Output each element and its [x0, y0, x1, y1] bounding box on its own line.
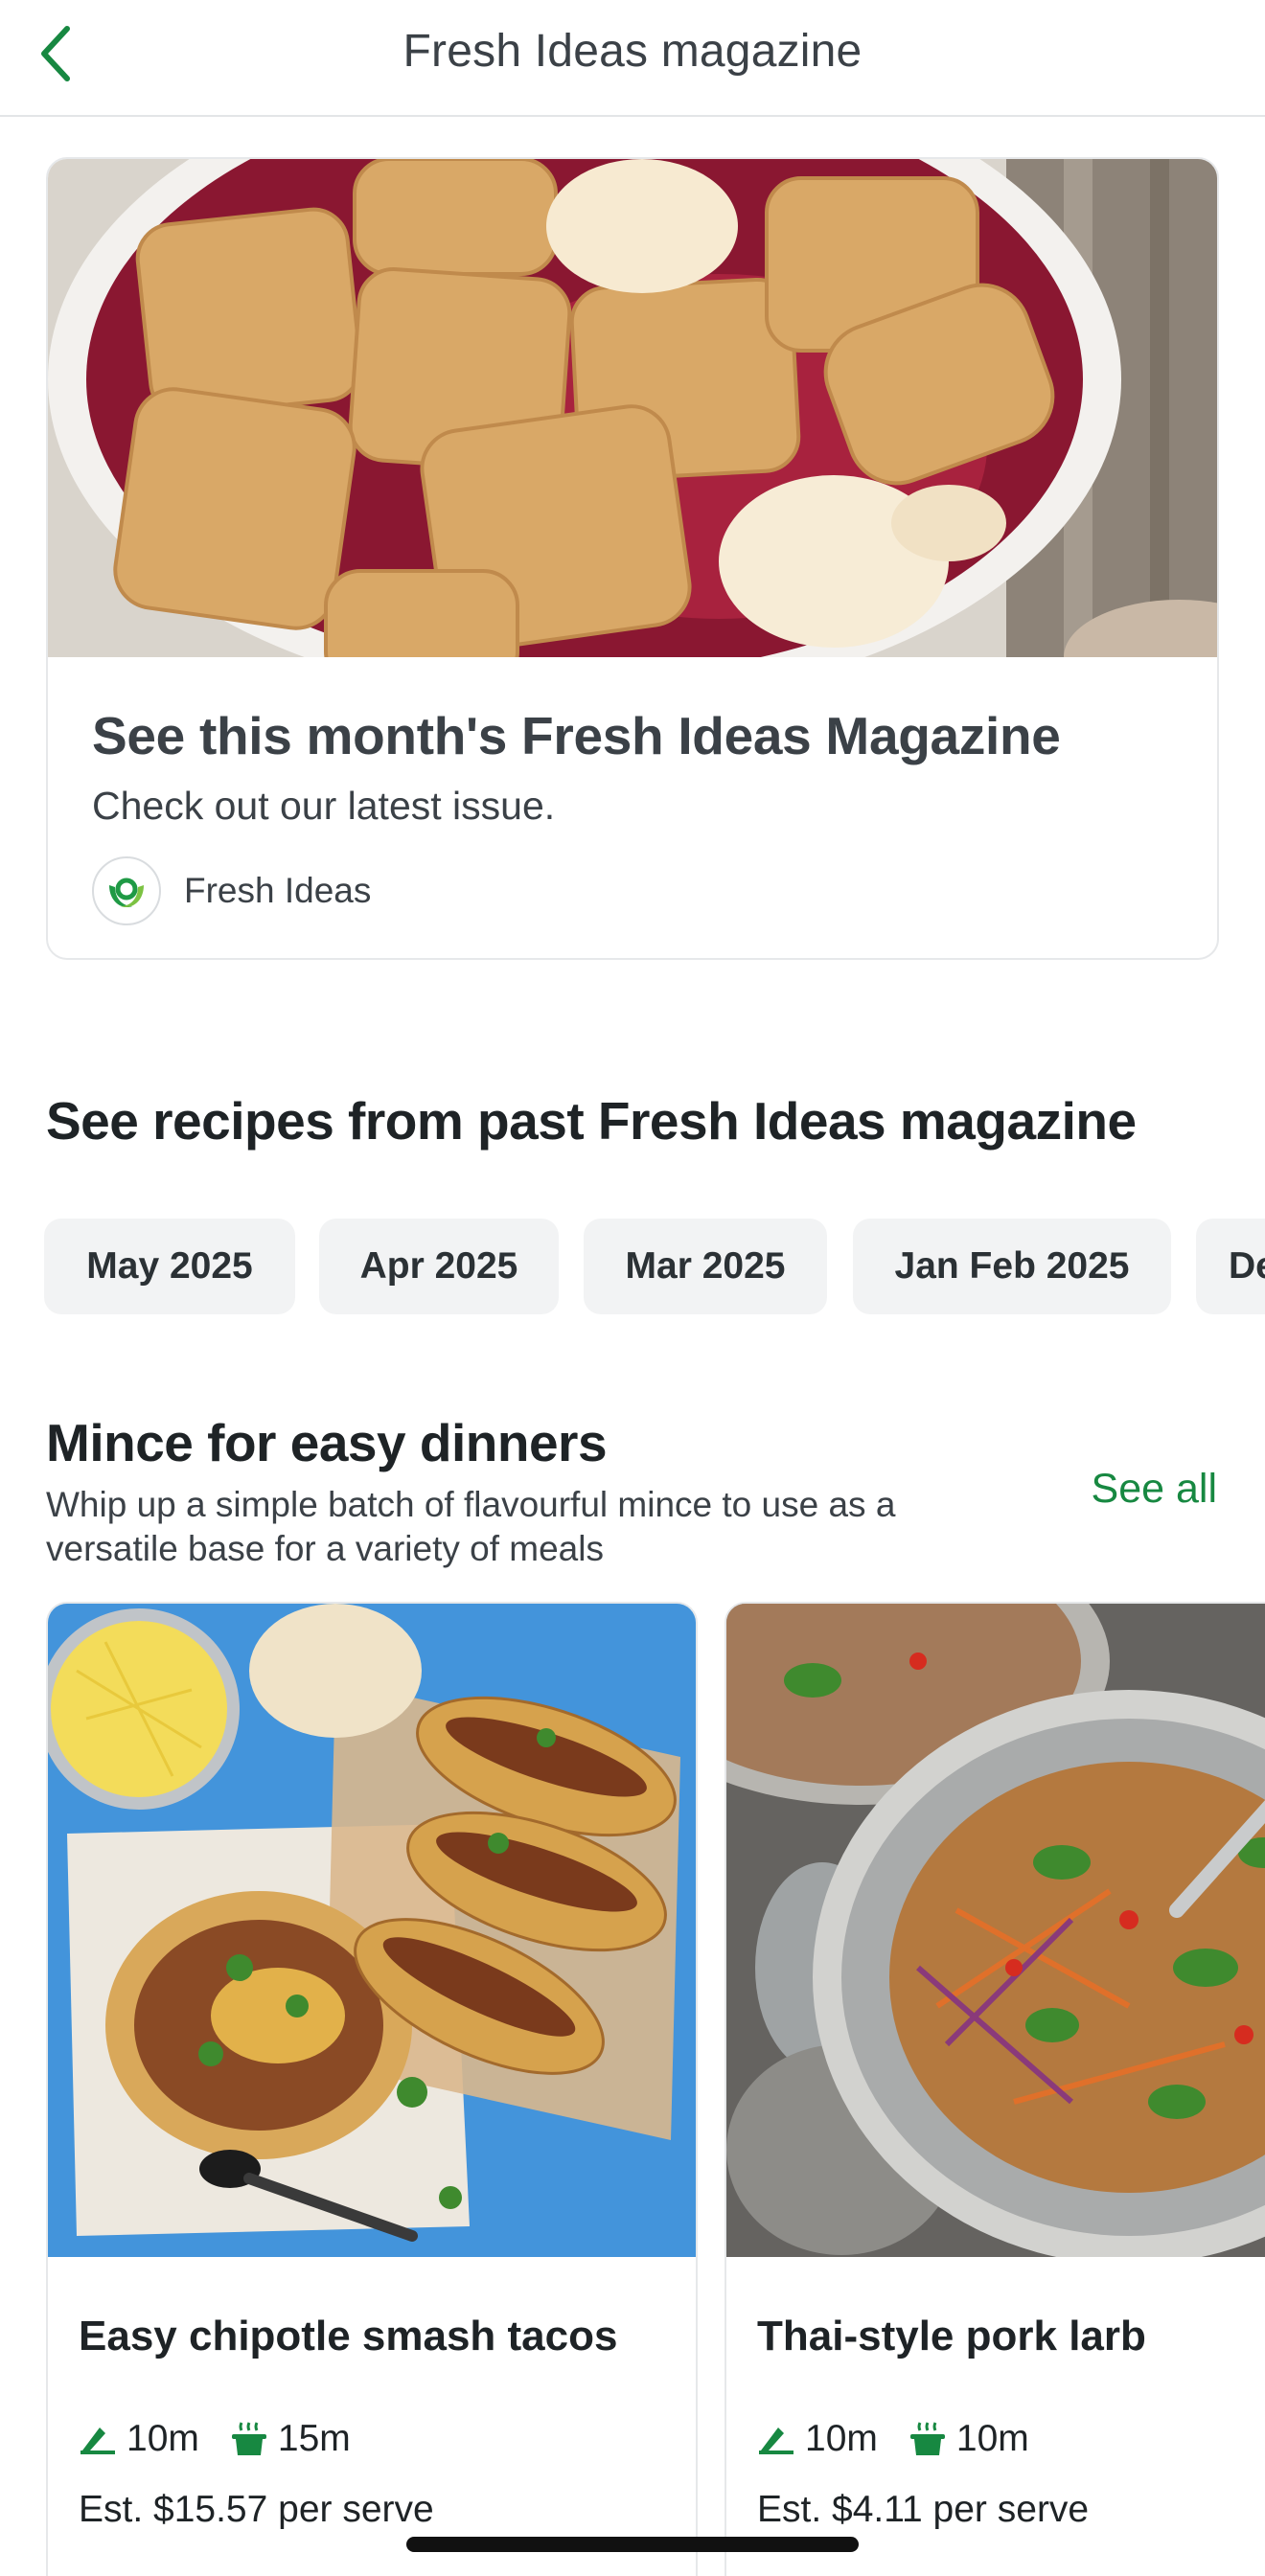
recipe-times: 10m 10m: [757, 2418, 1046, 2460]
magazine-card-subtitle: Check out our latest issue.: [92, 784, 556, 828]
past-issues-title: See recipes from past Fresh Ideas magazi…: [46, 1091, 1137, 1151]
woolworths-logo-icon: [102, 866, 151, 916]
page: Fresh Ideas magazine See this month's Fr…: [0, 0, 1265, 2576]
cook-time: 10m: [908, 2418, 1029, 2460]
prep-time: 10m: [79, 2418, 199, 2460]
cook-time-value: 15m: [277, 2418, 351, 2459]
mince-section-title: Mince for easy dinners: [46, 1413, 608, 1472]
prep-time-value: 10m: [126, 2418, 199, 2459]
pot-icon: [231, 2422, 266, 2455]
recipe-times: 10m 15m: [79, 2418, 368, 2460]
magazine-source: Fresh Ideas: [92, 856, 371, 925]
knife-icon: [759, 2428, 794, 2454]
issue-chip-list: May 2025 Apr 2025 Mar 2025 Jan Feb 2025 …: [44, 1219, 1265, 1314]
home-indicator[interactable]: [406, 2537, 859, 2552]
cook-time-value: 10m: [955, 2418, 1029, 2459]
issue-chip-apr-2025[interactable]: Apr 2025: [319, 1219, 559, 1314]
issue-chip-may-2025[interactable]: May 2025: [44, 1219, 295, 1314]
woolworths-logo: [92, 856, 161, 925]
recipe-image-larb: [726, 1604, 1265, 2257]
issue-chip-jan-feb-2025[interactable]: Jan Feb 2025: [853, 1219, 1171, 1314]
magazine-cover-image: [48, 159, 1217, 657]
page-title: Fresh Ideas magazine: [402, 26, 862, 77]
pot-icon: [909, 2422, 945, 2455]
mince-section-description: Whip up a simple batch of flavourful min…: [46, 1485, 896, 1568]
see-all-link[interactable]: See all: [1092, 1466, 1217, 1513]
recipe-price: Est. $15.57 per serve: [79, 2489, 434, 2530]
issue-chip-mar-2025[interactable]: Mar 2025: [584, 1219, 827, 1314]
recipe-title: Thai-style pork larb: [757, 2313, 1146, 2359]
issue-chip-dec[interactable]: De: [1196, 1219, 1265, 1314]
recipe-title: Easy chipotle smash tacos: [79, 2313, 618, 2359]
prep-time-value: 10m: [805, 2418, 878, 2459]
prep-time: 10m: [757, 2418, 878, 2460]
cook-time: 15m: [230, 2418, 351, 2460]
top-bar: Fresh Ideas magazine: [0, 0, 1265, 117]
magazine-card[interactable]: See this month's Fresh Ideas Magazine: [46, 157, 1219, 960]
recipe-image-tacos: [48, 1604, 696, 2257]
recipe-price: Est. $4.11 per serve: [757, 2489, 1090, 2530]
knife-icon: [80, 2428, 115, 2454]
magazine-card-title: See this month's Fresh Ideas Magazine: [92, 706, 1061, 765]
magazine-source-name: Fresh Ideas: [184, 871, 372, 910]
